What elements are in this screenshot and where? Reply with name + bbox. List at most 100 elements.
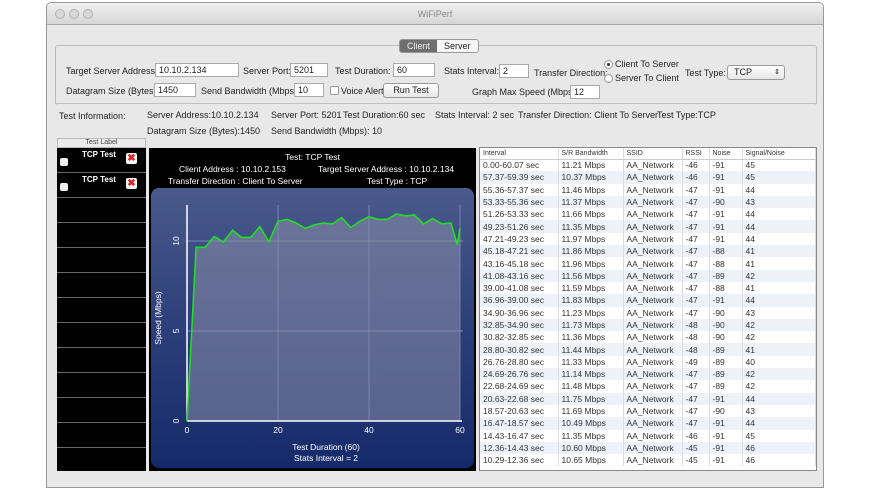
close-window-button[interactable] bbox=[55, 9, 65, 19]
table-cell: 57.37-59.39 sec bbox=[480, 171, 559, 184]
test-list-item[interactable]: TCP Test ✖ bbox=[57, 148, 146, 173]
column-header[interactable]: S/R Bandwidth bbox=[558, 148, 624, 160]
data-point bbox=[213, 235, 215, 238]
table-row[interactable]: 26.76-28.80 sec 11.33 Mbps AA_Network -49 -8… bbox=[480, 355, 816, 369]
table-row[interactable]: 14.43-16.47 sec 11.35 Mbps AA_Network -46 -9… bbox=[480, 429, 816, 442]
radio-label: Server To Client bbox=[615, 73, 679, 83]
column-header[interactable]: Noise bbox=[709, 148, 743, 160]
table-row[interactable]: 32.85-34.90 sec 11.73 Mbps AA_Network -48 -9… bbox=[480, 318, 816, 332]
table-row[interactable]: 55.36-57.37 sec 11.46 Mbps AA_Network -47 -9… bbox=[480, 183, 816, 196]
table-cell: 11.56 Mbps bbox=[558, 269, 624, 282]
table-row[interactable]: 34.90-36.96 sec 11.23 Mbps AA_Network -47 -9… bbox=[480, 306, 816, 319]
target-server-input[interactable]: 10.10.2.134 bbox=[155, 63, 239, 77]
info-test-type: Test Type:TCP bbox=[657, 110, 716, 120]
table-cell: AA_Network bbox=[623, 454, 683, 467]
table-cell: 44 bbox=[742, 208, 816, 221]
table-cell: -89 bbox=[709, 355, 743, 369]
table-row[interactable]: 47.21-49.23 sec 11.97 Mbps AA_Network -47 -9… bbox=[480, 232, 816, 246]
table-row[interactable]: 0.00-60.07 sec 11.21 Mbps AA_Network -46 -91… bbox=[480, 159, 816, 172]
radio-client-to-server[interactable]: Client To Server bbox=[604, 59, 679, 70]
table-row[interactable]: 45.18-47.21 sec 11.86 Mbps AA_Network -47 -8… bbox=[480, 245, 816, 258]
column-header[interactable]: Signal/Noise bbox=[742, 148, 816, 160]
table-cell: -45 bbox=[682, 441, 710, 455]
table-row[interactable]: 49.23-51.26 sec 11.35 Mbps AA_Network -47 -9… bbox=[480, 220, 816, 233]
y-tick-label: 5 bbox=[171, 328, 181, 333]
table-cell: -90 bbox=[709, 195, 743, 209]
table-cell: 0.00-60.07 sec bbox=[480, 159, 559, 172]
table-row[interactable]: 36.96-39.00 sec 11.83 Mbps AA_Network -47 -9… bbox=[480, 294, 816, 307]
datagram-size-input[interactable]: 1450 bbox=[154, 83, 196, 97]
table-cell: 41 bbox=[742, 343, 816, 356]
minimize-window-button[interactable] bbox=[69, 9, 79, 19]
table-cell: 44 bbox=[742, 183, 816, 196]
table-cell: AA_Network bbox=[623, 429, 683, 442]
info-datagram-size: Datagram Size (Bytes):1450 bbox=[147, 126, 261, 136]
delete-test-icon[interactable]: ✖ bbox=[126, 153, 137, 164]
empty-list-row bbox=[57, 323, 146, 348]
table-cell: -48 bbox=[682, 331, 710, 344]
table-cell: 11.46 Mbps bbox=[558, 183, 624, 196]
results-table: Interval S/R Bandwidth SSID RSSI Noise Signal… bbox=[479, 147, 817, 471]
test-list-item[interactable]: TCP Test ✖ bbox=[57, 173, 146, 198]
table-row[interactable]: 20.63-22.68 sec 11.75 Mbps AA_Network -47 -9… bbox=[480, 392, 816, 405]
voice-alert-checkbox[interactable] bbox=[330, 86, 339, 95]
table-cell: -47 bbox=[682, 417, 710, 430]
empty-list-row bbox=[57, 273, 146, 298]
table-row[interactable]: 41.08-43.16 sec 11.56 Mbps AA_Network -47 -8… bbox=[480, 269, 816, 282]
table-row[interactable]: 24.69-26.76 sec 11.14 Mbps AA_Network -47 -8… bbox=[480, 368, 816, 381]
column-header[interactable]: Interval bbox=[480, 148, 559, 160]
test-select-checkbox[interactable] bbox=[60, 158, 68, 166]
table-cell: 20.63-22.68 sec bbox=[480, 392, 559, 405]
zoom-window-button[interactable] bbox=[83, 9, 93, 19]
tab-server[interactable]: Server bbox=[437, 40, 478, 52]
test-duration-input[interactable]: 60 bbox=[393, 63, 435, 77]
table-cell: AA_Network bbox=[623, 318, 683, 332]
table-row[interactable]: 57.37-59.39 sec 10.37 Mbps AA_Network -46 -9… bbox=[480, 171, 816, 184]
chart-transfer-direction: Transfer Direction : Client To Server bbox=[168, 176, 303, 186]
delete-test-icon[interactable]: ✖ bbox=[126, 178, 137, 189]
run-test-button[interactable]: Run Test bbox=[383, 83, 439, 98]
table-cell: 42 bbox=[742, 331, 816, 344]
table-cell: -88 bbox=[709, 245, 743, 258]
column-header[interactable]: SSID bbox=[623, 148, 683, 160]
table-cell: 41.08-43.16 sec bbox=[480, 269, 559, 282]
y-tick-label: 10 bbox=[171, 236, 181, 246]
table-row[interactable]: 39.00-41.08 sec 11.59 Mbps AA_Network -47 -8… bbox=[480, 281, 816, 295]
table-row[interactable]: 43.16-45.18 sec 11.96 Mbps AA_Network -47 -8… bbox=[480, 257, 816, 270]
app-window: WiFiPerf Client Server Target Server Add… bbox=[46, 2, 824, 488]
table-cell: -89 bbox=[709, 380, 743, 393]
data-point bbox=[259, 226, 261, 228]
data-point bbox=[368, 216, 370, 218]
table-cell: AA_Network bbox=[623, 343, 683, 356]
server-port-input[interactable]: 5201 bbox=[290, 63, 328, 77]
table-cell: 11.37 Mbps bbox=[558, 195, 624, 209]
table-row[interactable]: 53.33-55.36 sec 11.37 Mbps AA_Network -47 -9… bbox=[480, 195, 816, 209]
transfer-direction-label: Transfer Direction: bbox=[534, 68, 608, 78]
radio-server-to-client[interactable]: Server To Client bbox=[604, 73, 679, 84]
table-cell: 42 bbox=[742, 380, 816, 393]
table-cell: -47 bbox=[682, 294, 710, 307]
test-type-label: Test Type: bbox=[685, 68, 726, 78]
table-row[interactable]: 30.82-32.85 sec 11.36 Mbps AA_Network -48 -9… bbox=[480, 331, 816, 344]
table-row[interactable]: 51.26-53.33 sec 11.66 Mbps AA_Network -47 -9… bbox=[480, 208, 816, 221]
target-server-label: Target Server Address: bbox=[66, 66, 158, 76]
test-type-select[interactable]: TCP ⇕ bbox=[727, 65, 785, 80]
table-row[interactable]: 22.68-24.69 sec 11.48 Mbps AA_Network -47 -8… bbox=[480, 380, 816, 393]
x-tick-label: 60 bbox=[455, 425, 465, 435]
table-row[interactable]: 16.47-18.57 sec 10.49 Mbps AA_Network -47 -9… bbox=[480, 417, 816, 430]
table-cell: -46 bbox=[682, 171, 710, 184]
table-row[interactable]: 12.36-14.43 sec 10.60 Mbps AA_Network -45 -9… bbox=[480, 441, 816, 455]
tab-client[interactable]: Client bbox=[400, 40, 438, 52]
table-row[interactable]: 18.57-20.63 sec 11.69 Mbps AA_Network -47 -9… bbox=[480, 404, 816, 418]
send-bandwidth-input[interactable]: 10 bbox=[294, 83, 324, 97]
column-header[interactable]: RSSI bbox=[682, 148, 710, 160]
table-cell: 11.96 Mbps bbox=[558, 257, 624, 270]
table-row[interactable]: 10.29-12.36 sec 10.65 Mbps AA_Network -45 -9… bbox=[480, 454, 816, 467]
table-row[interactable]: 28.80-30.82 sec 11.44 Mbps AA_Network -48 -8… bbox=[480, 343, 816, 356]
stats-interval-input[interactable]: 2 bbox=[499, 64, 529, 78]
table-cell: 10.60 Mbps bbox=[558, 441, 624, 455]
chart-client-address: Client Address : 10.10.2.153 bbox=[179, 164, 286, 174]
test-select-checkbox[interactable] bbox=[60, 183, 68, 191]
graph-max-speed-input[interactable]: 12 bbox=[570, 85, 600, 99]
table-cell: 53.33-55.36 sec bbox=[480, 195, 559, 209]
